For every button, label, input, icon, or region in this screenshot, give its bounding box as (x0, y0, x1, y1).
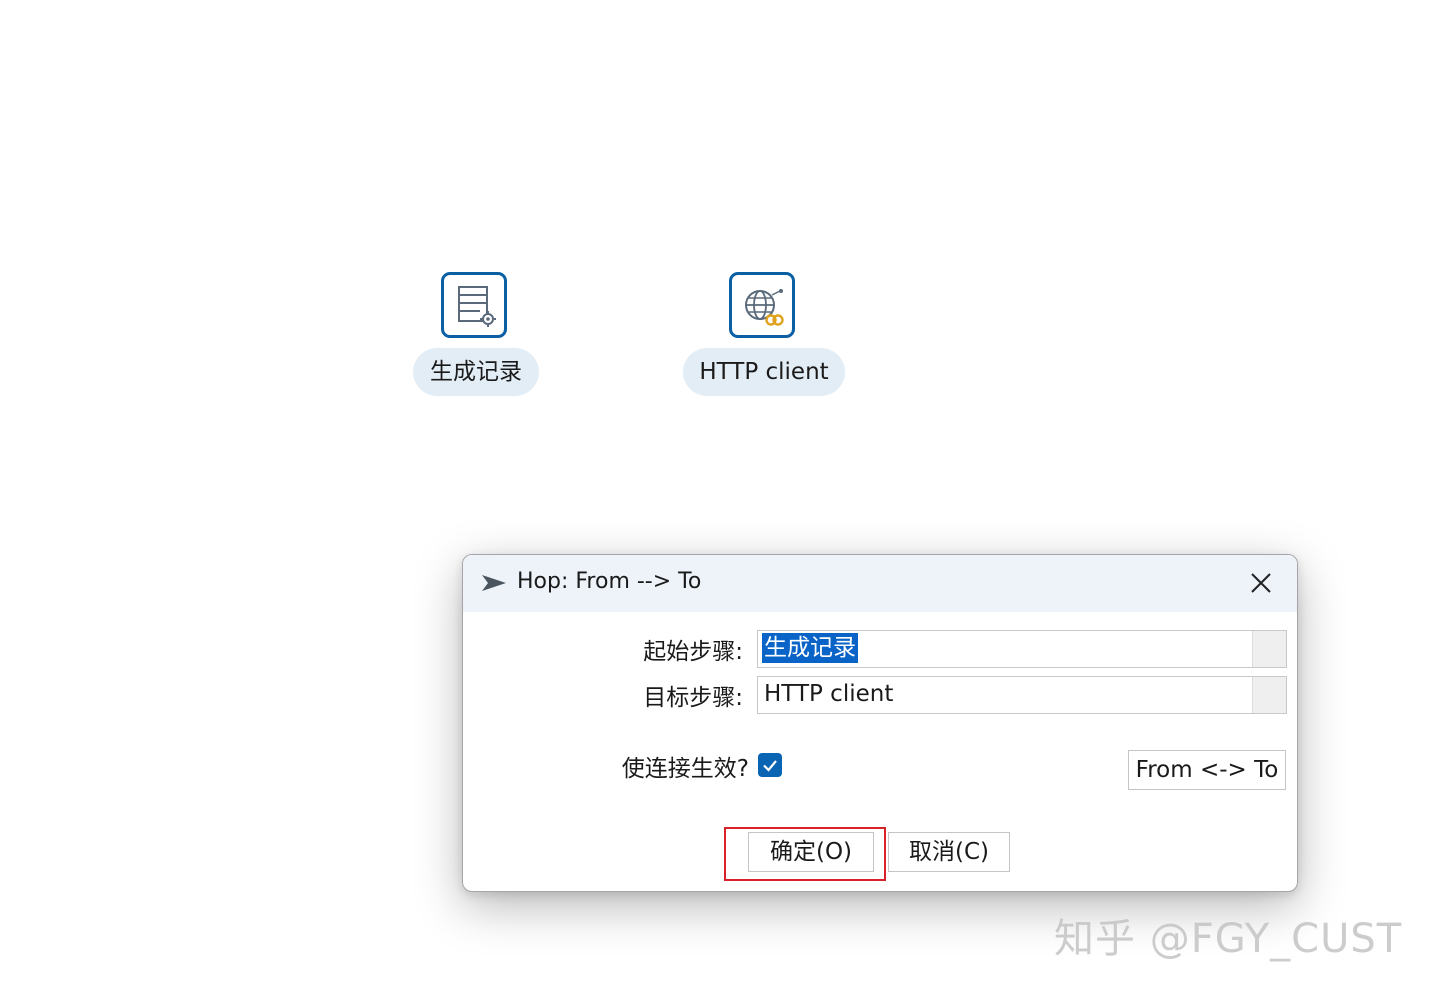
watermark: 知乎 @FGY_CUST (1054, 916, 1403, 962)
enable-hop-checkbox[interactable] (758, 753, 782, 777)
transformation-canvas[interactable]: 生成记录 HTTP client Hop: From --> To 起始步骤: … (0, 0, 1441, 995)
http-client-icon[interactable] (729, 272, 795, 338)
from-step-label: 起始步骤: (643, 639, 743, 665)
hop-arrow-icon (481, 573, 507, 593)
close-icon[interactable] (1247, 569, 1275, 597)
from-step-field[interactable]: 生成记录 (757, 630, 1287, 668)
step-label-http-client[interactable]: HTTP client (683, 348, 845, 396)
check-icon (763, 760, 777, 772)
dialog-title: Hop: From --> To (517, 569, 702, 594)
generate-rows-icon[interactable] (441, 272, 507, 338)
to-step-field[interactable]: HTTP client (757, 676, 1287, 714)
from-step-dropdown[interactable] (1252, 631, 1286, 667)
to-step-dropdown[interactable] (1252, 677, 1286, 713)
to-step-label: 目标步骤: (643, 685, 743, 711)
from-step-value: 生成记录 (762, 633, 858, 663)
swap-from-to-button[interactable]: From <-> To (1128, 750, 1286, 790)
hop-dialog: Hop: From --> To 起始步骤: 生成记录 目标步骤: HTTP c… (462, 554, 1298, 892)
cancel-button[interactable]: 取消(C) (888, 832, 1010, 872)
enable-hop-label: 使连接生效? (621, 756, 749, 782)
to-step-value: HTTP client (764, 681, 894, 707)
ok-button[interactable]: 确定(O) (748, 832, 874, 872)
dialog-titlebar[interactable]: Hop: From --> To (463, 555, 1297, 612)
step-label-generate-rows[interactable]: 生成记录 (413, 348, 539, 396)
